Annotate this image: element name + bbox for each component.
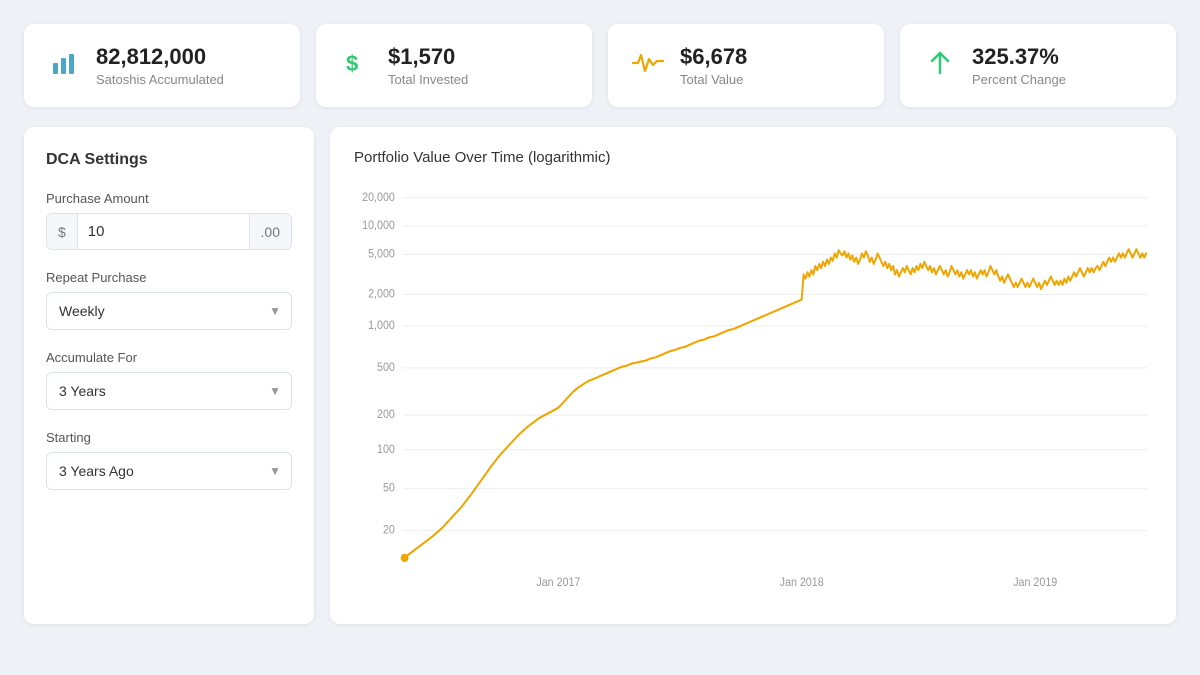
accumulate-for-label: Accumulate For bbox=[46, 350, 292, 365]
total-value: $6,678 bbox=[680, 44, 747, 70]
accumulate-select-wrapper: 1 Year 2 Years 3 Years 5 Years ▼ bbox=[46, 372, 292, 410]
purchase-amount-group: Purchase Amount $ .00 bbox=[46, 191, 292, 250]
invested-label: Total Invested bbox=[388, 72, 468, 87]
svg-text:500: 500 bbox=[377, 362, 395, 374]
stat-card-invested-text: $1,570 Total Invested bbox=[388, 44, 468, 87]
svg-text:Jan 2019: Jan 2019 bbox=[1013, 577, 1057, 589]
starting-label: Starting bbox=[46, 430, 292, 445]
stat-card-satoshis: 82,812,000 Satoshis Accumulated bbox=[24, 24, 300, 107]
starting-select[interactable]: 1 Year Ago 2 Years Ago 3 Years Ago 5 Yea… bbox=[47, 453, 291, 489]
portfolio-chart: 20,000 10,000 5,000 2,000 1,000 500 200 … bbox=[354, 182, 1152, 602]
stat-card-invested: $ $1,570 Total Invested bbox=[316, 24, 592, 107]
chart-line bbox=[405, 250, 1147, 559]
stat-cards-row: 82,812,000 Satoshis Accumulated $ $1,570… bbox=[24, 24, 1176, 107]
stat-card-percent-text: 325.37% Percent Change bbox=[972, 44, 1066, 87]
stat-card-percent: 325.37% Percent Change bbox=[900, 24, 1176, 107]
starting-group: Starting 1 Year Ago 2 Years Ago 3 Years … bbox=[46, 430, 292, 490]
svg-text:100: 100 bbox=[377, 444, 395, 456]
pulse-icon bbox=[630, 51, 666, 80]
purchase-amount-input-row: $ .00 bbox=[46, 213, 292, 250]
dollar-icon: $ bbox=[338, 49, 374, 82]
svg-text:200: 200 bbox=[377, 409, 395, 421]
accumulate-for-group: Accumulate For 1 Year 2 Years 3 Years 5 … bbox=[46, 350, 292, 410]
starting-select-wrapper: 1 Year Ago 2 Years Ago 3 Years Ago 5 Yea… bbox=[46, 452, 292, 490]
chart-title: Portfolio Value Over Time (logarithmic) bbox=[354, 149, 1152, 166]
invested-value: $1,570 bbox=[388, 44, 468, 70]
dollar-prefix: $ bbox=[47, 214, 78, 249]
chart-panel: Portfolio Value Over Time (logarithmic) … bbox=[330, 127, 1176, 624]
percent-value: 325.37% bbox=[972, 44, 1066, 70]
stat-card-satoshis-text: 82,812,000 Satoshis Accumulated bbox=[96, 44, 224, 87]
accumulate-for-select[interactable]: 1 Year 2 Years 3 Years 5 Years bbox=[47, 373, 291, 409]
cents-suffix: .00 bbox=[249, 214, 291, 249]
purchase-amount-label: Purchase Amount bbox=[46, 191, 292, 206]
repeat-purchase-group: Repeat Purchase Weekly Daily Monthly ▼ bbox=[46, 270, 292, 330]
svg-text:Jan 2018: Jan 2018 bbox=[780, 577, 824, 589]
repeat-purchase-label: Repeat Purchase bbox=[46, 270, 292, 285]
satoshis-value: 82,812,000 bbox=[96, 44, 224, 70]
svg-text:1,000: 1,000 bbox=[368, 320, 395, 332]
stat-card-total-value: $6,678 Total Value bbox=[608, 24, 884, 107]
svg-text:10,000: 10,000 bbox=[362, 220, 395, 232]
stat-card-value-text: $6,678 Total Value bbox=[680, 44, 747, 87]
total-value-label: Total Value bbox=[680, 72, 747, 87]
svg-text:20: 20 bbox=[383, 525, 395, 537]
satoshis-label: Satoshis Accumulated bbox=[96, 72, 224, 87]
repeat-purchase-select[interactable]: Weekly Daily Monthly bbox=[47, 293, 291, 329]
svg-text:50: 50 bbox=[383, 483, 395, 495]
purchase-amount-input[interactable] bbox=[78, 214, 249, 249]
dca-settings-panel: DCA Settings Purchase Amount $ .00 Repea… bbox=[24, 127, 314, 624]
chart-start-dot bbox=[401, 554, 409, 562]
arrow-up-icon bbox=[922, 49, 958, 82]
repeat-select-wrapper: Weekly Daily Monthly ▼ bbox=[46, 292, 292, 330]
chart-container: 20,000 10,000 5,000 2,000 1,000 500 200 … bbox=[354, 182, 1152, 602]
svg-text:2,000: 2,000 bbox=[368, 289, 395, 301]
svg-text:$: $ bbox=[346, 51, 358, 76]
svg-text:20,000: 20,000 bbox=[362, 192, 395, 204]
svg-text:5,000: 5,000 bbox=[368, 249, 395, 261]
dca-title: DCA Settings bbox=[46, 151, 292, 169]
svg-text:Jan 2017: Jan 2017 bbox=[536, 577, 580, 589]
percent-label: Percent Change bbox=[972, 72, 1066, 87]
bottom-section: DCA Settings Purchase Amount $ .00 Repea… bbox=[24, 127, 1176, 624]
bar-chart-icon bbox=[46, 49, 82, 82]
